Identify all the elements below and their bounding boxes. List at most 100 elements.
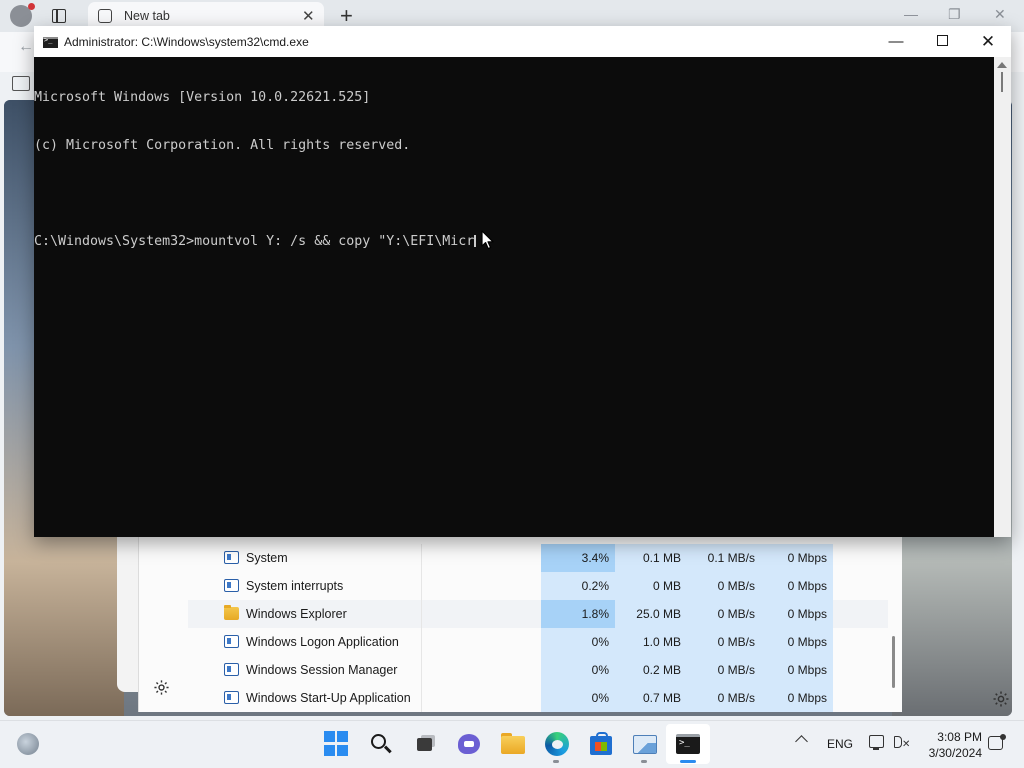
clock[interactable]: 3:08 PM 3/30/2024: [926, 729, 982, 761]
column-divider: [421, 656, 422, 684]
process-name: Windows Session Manager: [246, 663, 398, 677]
browser-close-button[interactable]: ✕: [994, 6, 1006, 23]
cmd-icon[interactable]: [676, 731, 702, 757]
process-name: System: [246, 551, 288, 565]
maximize-icon: [936, 35, 948, 47]
volume-muted-icon[interactable]: [894, 736, 902, 748]
process-network: 0 Mbps: [761, 600, 833, 628]
cmd-minimize-button[interactable]: —: [873, 26, 919, 57]
app-window-icon: [224, 635, 239, 648]
mouse-pointer-icon: [481, 230, 494, 250]
process-disk: 0.1 MB/s: [687, 544, 761, 572]
store-icon[interactable]: [588, 731, 614, 757]
edge-icon[interactable]: [544, 731, 570, 757]
console-line: (c) Microsoft Corporation. All rights re…: [34, 138, 411, 153]
cmd-console-output[interactable]: Microsoft Windows [Version 10.0.22621.52…: [34, 57, 994, 537]
cmd-title-bar[interactable]: Administrator: C:\Windows\system32\cmd.e…: [34, 26, 1011, 57]
mute-x-icon: ✕: [902, 739, 911, 750]
process-cpu: 0%: [541, 628, 615, 656]
weather-widget-icon[interactable]: [17, 733, 39, 755]
process-name: Windows Start-Up Application: [246, 691, 411, 705]
page-settings-gear-icon[interactable]: [992, 690, 1010, 708]
cmd-close-button[interactable]: ✕: [965, 26, 1011, 57]
console-input-line[interactable]: C:\Windows\System32>mountvol Y: /s && co…: [34, 234, 994, 250]
notification-center-icon[interactable]: [988, 734, 1006, 750]
process-row[interactable]: Windows Session Manager 0% 0.2 MB 0 MB/s 0 M…: [188, 656, 888, 684]
app-window-icon: [224, 551, 239, 564]
cmd-app-icon[interactable]: [43, 36, 58, 48]
task-manager-running-indicator: [641, 760, 647, 763]
task-manager-icon[interactable]: [632, 731, 658, 757]
process-disk: 0 MB/s: [687, 572, 761, 600]
process-network: 0 Mbps: [761, 572, 833, 600]
process-name: Windows Explorer: [246, 607, 347, 621]
new-tab-page-icon: [98, 9, 112, 23]
console-line: Microsoft Windows [Version 10.0.22621.52…: [34, 90, 371, 105]
task-manager-settings-gear-icon[interactable]: [153, 679, 170, 696]
edge-running-indicator: [553, 760, 559, 763]
process-cpu: 1.8%: [541, 600, 615, 628]
cmd-window: Administrator: C:\Windows\system32\cmd.e…: [34, 26, 1011, 537]
close-tab-button[interactable]: ✕: [302, 7, 315, 25]
column-divider: [421, 684, 422, 712]
process-memory: 0 MB: [615, 572, 687, 600]
process-name: System interrupts: [246, 579, 344, 593]
scroll-up-arrow-icon[interactable]: [997, 62, 1007, 68]
process-row[interactable]: Windows Start-Up Application 0% 0.7 MB 0 MB…: [188, 684, 888, 712]
cmd-window-title: Administrator: C:\Windows\system32\cmd.e…: [64, 35, 309, 49]
console-prompt: C:\Windows\System32>: [34, 234, 195, 249]
start-icon[interactable]: [324, 731, 350, 757]
process-row[interactable]: Windows Explorer 1.8% 25.0 MB 0 MB/s 0 Mbps: [188, 600, 888, 628]
console-command-text[interactable]: mountvol Y: /s && copy "Y:\EFI\Micr: [194, 234, 474, 249]
browser-restore-button[interactable]: ❐: [948, 6, 961, 23]
process-disk: 0 MB/s: [687, 656, 761, 684]
column-divider: [421, 544, 422, 572]
task-manager-nav-pane: [117, 536, 139, 692]
search-icon[interactable]: [368, 731, 394, 757]
process-row[interactable]: Windows Logon Application 0% 1.0 MB 0 MB/s 0…: [188, 628, 888, 656]
process-network: 0 Mbps: [761, 656, 833, 684]
process-cpu: 0%: [541, 684, 615, 712]
column-divider: [421, 628, 422, 656]
favorites-folder-icon[interactable]: [12, 76, 30, 91]
folder-icon: [224, 605, 239, 620]
process-disk: 0 MB/s: [687, 600, 761, 628]
browser-minimize-button[interactable]: —: [904, 6, 918, 22]
cmd-scrollbar-thumb[interactable]: [1001, 72, 1003, 92]
cmd-scrollbar[interactable]: [994, 57, 1011, 537]
file-explorer-icon[interactable]: [500, 731, 526, 757]
task-manager-scrollbar[interactable]: [892, 636, 895, 688]
cmd-maximize-button[interactable]: [919, 26, 965, 57]
back-button[interactable]: ←: [18, 38, 34, 56]
process-cpu: 3.4%: [541, 544, 615, 572]
app-window-icon: [224, 691, 239, 704]
browser-tab-label: New tab: [124, 9, 170, 23]
column-divider: [421, 600, 422, 628]
process-cpu: 0.2%: [541, 572, 615, 600]
profile-avatar-icon[interactable]: [10, 3, 35, 27]
text-cursor: [474, 235, 477, 247]
column-divider: [421, 572, 422, 600]
app-window-icon: [224, 663, 239, 676]
app-window-icon: [224, 579, 239, 592]
process-cpu: 0%: [541, 656, 615, 684]
process-memory: 0.2 MB: [615, 656, 687, 684]
process-memory: 1.0 MB: [615, 628, 687, 656]
process-row[interactable]: System 3.4% 0.1 MB 0.1 MB/s 0 Mbps: [188, 544, 888, 572]
network-icon[interactable]: [869, 735, 884, 750]
process-disk: 0 MB/s: [687, 684, 761, 712]
process-network: 0 Mbps: [761, 544, 833, 572]
chat-icon[interactable]: [456, 731, 482, 757]
tab-actions-icon[interactable]: [52, 9, 66, 23]
process-name: Windows Logon Application: [246, 635, 399, 649]
task-view-icon[interactable]: [412, 731, 438, 757]
clock-time: 3:08 PM: [937, 730, 982, 744]
process-memory: 0.7 MB: [615, 684, 687, 712]
cmd-active-indicator: [680, 760, 696, 763]
process-row[interactable]: System interrupts 0.2% 0 MB 0 MB/s 0 Mbps: [188, 572, 888, 600]
process-disk: 0 MB/s: [687, 628, 761, 656]
input-language-indicator[interactable]: ENG: [827, 737, 853, 751]
clock-date: 3/30/2024: [928, 746, 982, 760]
process-memory: 0.1 MB: [615, 544, 687, 572]
